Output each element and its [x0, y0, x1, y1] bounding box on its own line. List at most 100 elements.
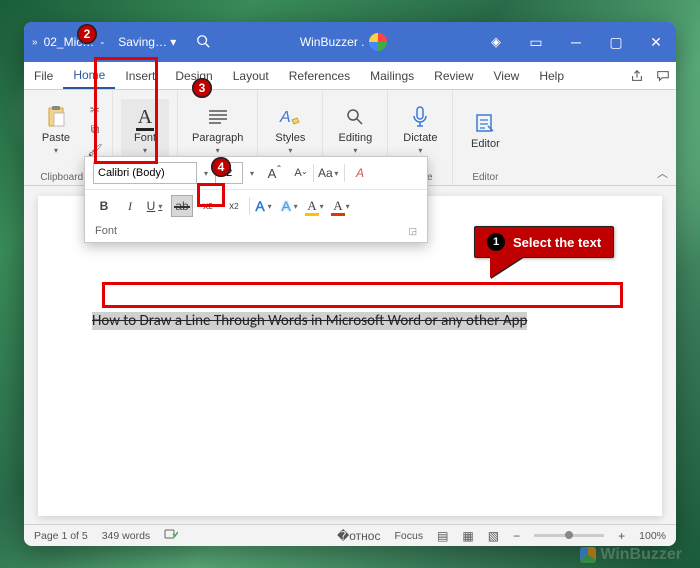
- editing-button[interactable]: Editing ▾: [331, 100, 379, 159]
- tab-design[interactable]: Design: [165, 62, 222, 89]
- subscript-button[interactable]: x2: [197, 195, 219, 217]
- bold-button[interactable]: B: [93, 195, 115, 217]
- styles-button[interactable]: A Styles ▾: [266, 100, 314, 159]
- strikethrough-button[interactable]: ab: [171, 195, 193, 217]
- premium-icon[interactable]: ◈: [476, 22, 516, 62]
- page-indicator[interactable]: Page 1 of 5: [34, 530, 88, 542]
- comments-icon[interactable]: [650, 62, 676, 89]
- share-icon[interactable]: [624, 62, 650, 89]
- styles-icon: A: [278, 104, 302, 130]
- font-size-dropdown-icon[interactable]: ▾: [247, 169, 257, 178]
- search-icon[interactable]: [196, 34, 210, 51]
- tab-file[interactable]: File: [24, 62, 63, 89]
- clipboard-icon: [45, 104, 67, 130]
- microphone-icon: [411, 104, 429, 130]
- app-name: WinBuzzer .: [300, 35, 365, 49]
- strikethrough-icon: ab: [175, 199, 188, 213]
- close-button[interactable]: ✕: [636, 22, 676, 62]
- font-size-input[interactable]: [215, 162, 243, 184]
- paragraph-button[interactable]: Paragraph ▾: [186, 100, 249, 159]
- cut-icon[interactable]: ✂: [86, 101, 104, 119]
- focus-mode-icon[interactable]: �относ: [337, 529, 381, 543]
- zoom-slider[interactable]: [534, 534, 604, 537]
- separator: [313, 164, 314, 182]
- document-text-selection[interactable]: How to Draw a Line Through Words in Micr…: [92, 312, 527, 330]
- find-icon: [345, 104, 365, 130]
- tab-references[interactable]: References: [279, 62, 360, 89]
- titlebar: » 02_Mic… - Saving… ▾ WinBuzzer . ◈ ▭ ─ …: [24, 22, 676, 62]
- user-avatar-icon[interactable]: [369, 33, 387, 51]
- tab-mailings[interactable]: Mailings: [360, 62, 424, 89]
- chevron-down-icon: ▾: [216, 146, 220, 155]
- shrink-font-button[interactable]: A: [287, 162, 309, 184]
- font-color-button[interactable]: A▾: [332, 195, 354, 217]
- ribbon-display-options-icon[interactable]: ▭: [516, 22, 556, 62]
- copy-icon[interactable]: ⧉: [86, 121, 104, 139]
- focus-label[interactable]: Focus: [394, 530, 423, 542]
- paragraph-icon: [207, 104, 229, 130]
- font-group-button[interactable]: A Font ▾: [121, 99, 169, 160]
- font-popup-label: Font: [95, 225, 117, 237]
- group-editor: Editor Editor: [453, 90, 517, 185]
- font-color-glyph-icon: A: [138, 106, 152, 129]
- minimize-button[interactable]: ─: [556, 22, 596, 62]
- titlebar-overflow-chevron[interactable]: »: [32, 37, 38, 48]
- paste-label: Paste: [42, 132, 70, 144]
- zoom-out-icon[interactable]: −: [513, 529, 520, 543]
- tab-layout[interactable]: Layout: [223, 62, 279, 89]
- dictate-label: Dictate: [403, 132, 437, 144]
- chevron-down-icon: ▾: [288, 146, 292, 155]
- read-mode-icon[interactable]: ▤: [437, 529, 448, 543]
- underline-button[interactable]: U▾: [145, 195, 167, 217]
- document-title[interactable]: 02_Mic…: [44, 35, 95, 49]
- document-page[interactable]: How to Draw a Line Through Words in Micr…: [38, 196, 662, 516]
- paste-button[interactable]: Paste ▾: [32, 100, 80, 159]
- maximize-button[interactable]: ▢: [596, 22, 636, 62]
- titlebar-separator: -: [100, 35, 104, 49]
- font-name-dropdown-icon[interactable]: ▾: [201, 169, 211, 178]
- grow-font-button[interactable]: A: [261, 162, 283, 184]
- web-layout-icon[interactable]: ▧: [488, 529, 499, 543]
- separator: [249, 197, 250, 215]
- tab-home[interactable]: Home: [63, 62, 115, 89]
- chevron-down-icon: ▾: [353, 146, 357, 155]
- clear-formatting-button[interactable]: A: [349, 162, 371, 184]
- editor-label: Editor: [471, 138, 500, 150]
- tab-review[interactable]: Review: [424, 62, 483, 89]
- dictate-button[interactable]: Dictate ▾: [396, 100, 444, 159]
- tab-help[interactable]: Help: [529, 62, 574, 89]
- zoom-value[interactable]: 100%: [639, 530, 666, 542]
- svg-text:A: A: [279, 109, 291, 126]
- chevron-down-icon: ▾: [54, 146, 58, 155]
- word-count[interactable]: 349 words: [102, 530, 150, 542]
- word-window: » 02_Mic… - Saving… ▾ WinBuzzer . ◈ ▭ ─ …: [24, 22, 676, 546]
- editing-label: Editing: [339, 132, 373, 144]
- chevron-down-icon: ▾: [143, 146, 147, 155]
- font-dialog-launcher-icon[interactable]: ◲: [408, 226, 417, 237]
- editor-button[interactable]: Editor: [461, 106, 509, 154]
- zoom-in-icon[interactable]: +: [618, 529, 625, 543]
- tab-insert[interactable]: Insert: [115, 62, 165, 89]
- statusbar: Page 1 of 5 349 words �относ Focus ▤ ▦ ▧…: [24, 524, 676, 546]
- chevron-down-icon: ▾: [418, 146, 422, 155]
- spellcheck-icon[interactable]: [164, 528, 178, 543]
- editor-icon: [474, 110, 496, 136]
- text-effects-glow-button[interactable]: A▾: [280, 195, 302, 217]
- separator: [344, 164, 345, 182]
- font-button-label: Font: [134, 132, 156, 144]
- save-status[interactable]: Saving… ▾: [118, 35, 176, 49]
- group-editor-label: Editor: [472, 172, 498, 183]
- print-layout-icon[interactable]: ▦: [462, 529, 473, 543]
- highlight-button[interactable]: A▾: [306, 195, 328, 217]
- change-case-button[interactable]: Aa▾: [318, 162, 340, 184]
- font-name-input[interactable]: [93, 162, 197, 184]
- collapse-ribbon-icon[interactable]: ︿: [657, 165, 668, 181]
- ribbon-tabs: File Home Insert Design Layout Reference…: [24, 62, 676, 90]
- tab-view[interactable]: View: [484, 62, 530, 89]
- superscript-button[interactable]: x2: [223, 195, 245, 217]
- group-clipboard-label: Clipboard: [40, 172, 83, 183]
- text-effects-button[interactable]: A▾: [254, 195, 276, 217]
- font-mini-toolbar: ▾ ▾ A A Aa▾ A B I U▾ ab x2 x2 A▾ A▾ A▾ A…: [84, 156, 428, 243]
- italic-button[interactable]: I: [119, 195, 141, 217]
- styles-label: Styles: [275, 132, 305, 144]
